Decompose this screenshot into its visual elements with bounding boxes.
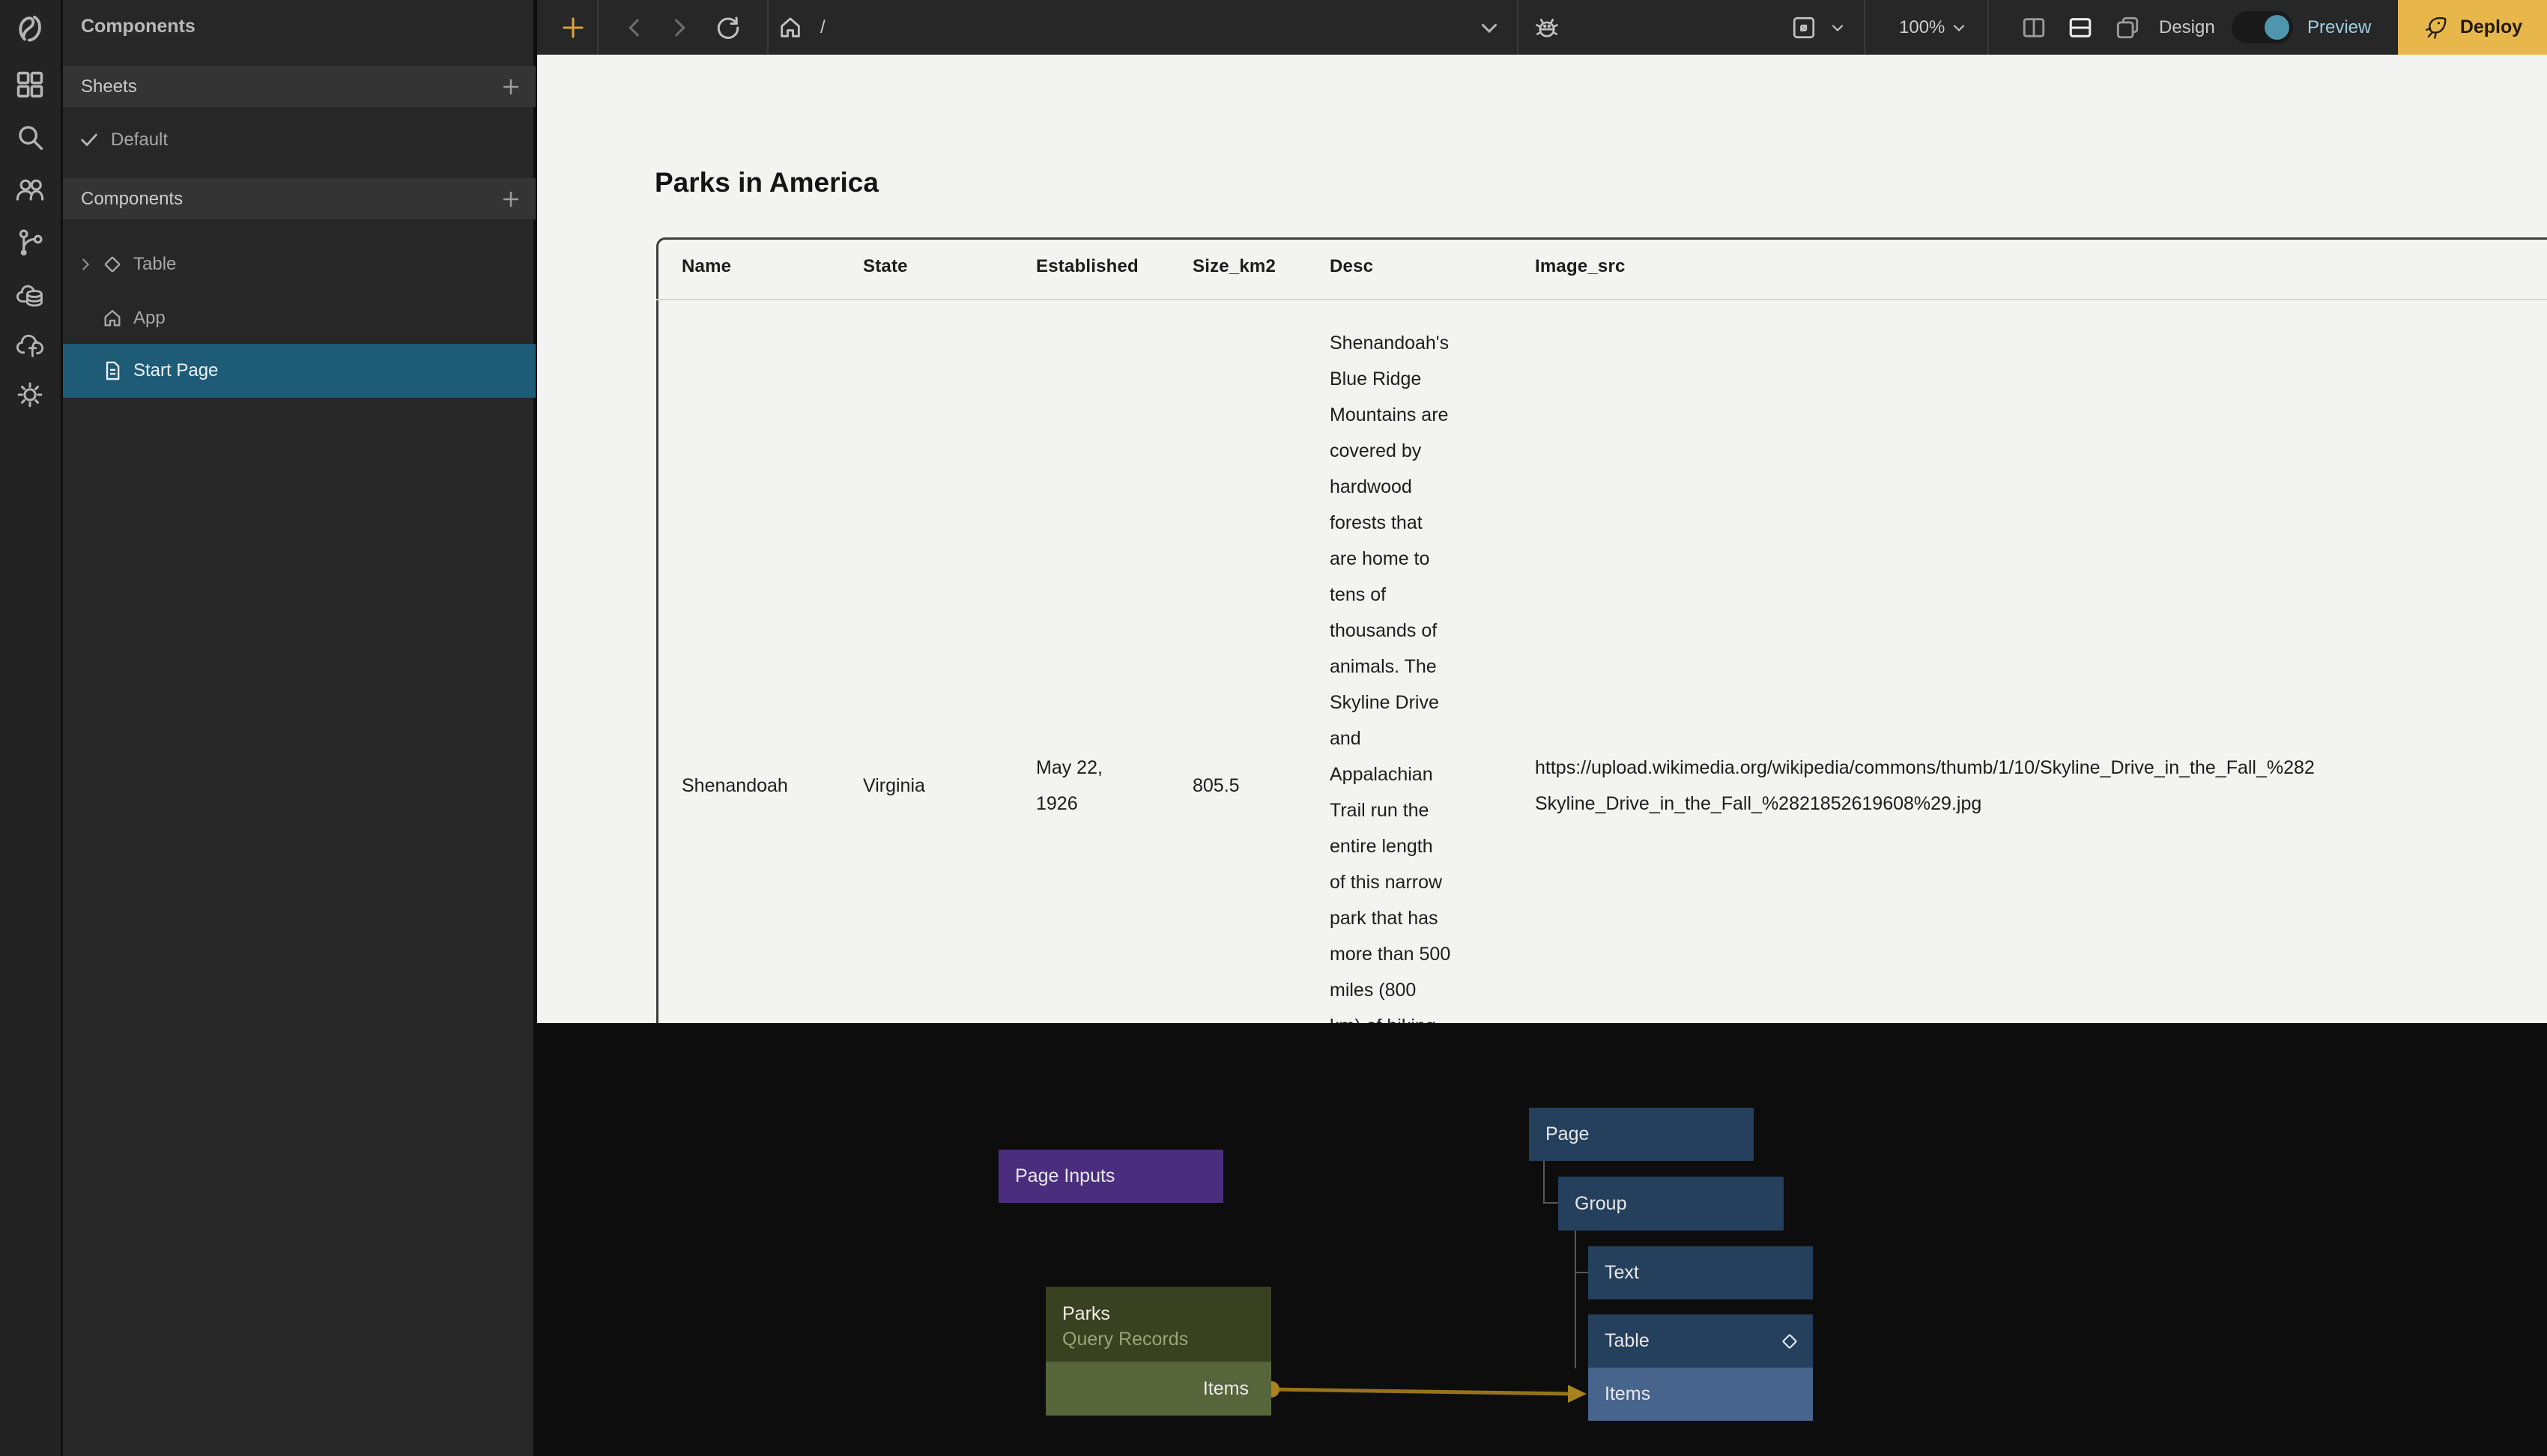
forward-icon[interactable] — [667, 15, 692, 40]
add-component-icon[interactable] — [500, 188, 522, 210]
document-icon — [102, 360, 123, 381]
node-label: Page — [1545, 1123, 1589, 1145]
node-label: Text — [1605, 1262, 1639, 1284]
add-sheet-icon[interactable] — [500, 76, 522, 98]
sidebar: Components Sheets Default Components Tab… — [63, 0, 536, 1456]
sidebar-item-table[interactable]: Table — [63, 237, 536, 291]
design-canvas[interactable]: Parks in America Name State Established … — [537, 55, 2547, 1023]
home-path-icon[interactable] — [778, 15, 803, 40]
page-title: Parks in America — [655, 167, 879, 198]
zoom-level[interactable]: 100% — [1899, 17, 1945, 38]
refresh-icon[interactable] — [715, 15, 741, 40]
data-sources-icon[interactable] — [16, 280, 44, 309]
sidebar-title: Components — [81, 16, 196, 37]
viewport-size-icon[interactable] — [1791, 15, 1817, 40]
search-icon[interactable] — [16, 123, 44, 151]
table-component[interactable] — [656, 237, 2547, 1023]
components-grid-icon[interactable] — [16, 70, 44, 99]
component-label: Start Page — [133, 360, 218, 381]
deploy-button[interactable]: Deploy — [2398, 0, 2547, 55]
components-section-header[interactable]: Components — [63, 178, 536, 219]
split-columns-icon[interactable] — [2021, 15, 2047, 40]
cell-image-src: https://upload.wikimedia.org/wikipedia/c… — [1535, 750, 2547, 822]
users-icon[interactable] — [16, 175, 44, 204]
wire-arrowhead-icon — [1568, 1385, 1587, 1403]
wire-layer — [537, 1023, 2547, 1456]
app-logo-icon[interactable] — [16, 13, 44, 42]
add-icon[interactable] — [560, 15, 586, 40]
settings-gear-icon[interactable] — [16, 380, 44, 409]
column-header-state[interactable]: State — [863, 256, 908, 277]
design-preview-toggle[interactable] — [2232, 11, 2293, 43]
component-label: App — [133, 308, 166, 329]
cell-state: Virginia — [863, 768, 925, 804]
sheets-section-header[interactable]: Sheets — [63, 66, 536, 107]
cell-name: Shenandoah — [682, 768, 788, 804]
check-icon — [79, 130, 100, 151]
data-flow-panel[interactable]: Page Inputs Parks Query Records Items Pa… — [537, 1023, 2547, 1456]
node-label: Items — [1605, 1383, 1650, 1405]
breadcrumb-path: / — [820, 17, 826, 38]
items-wire — [1271, 1389, 1571, 1394]
node-page-inputs[interactable]: Page Inputs — [999, 1150, 1223, 1203]
node-page[interactable]: Page — [1529, 1108, 1754, 1161]
cell-size-km2: 805.5 — [1193, 768, 1240, 804]
toggle-knob — [2265, 15, 2289, 40]
node-group[interactable]: Group — [1558, 1177, 1784, 1231]
port-label: Items — [1203, 1378, 1249, 1400]
query-output-port-row[interactable]: Items — [1046, 1362, 1271, 1416]
cell-established: May 22,1926 — [1036, 750, 1103, 822]
query-node-title: Parks — [1062, 1303, 1110, 1325]
column-header-image-src[interactable]: Image_src — [1535, 256, 1626, 277]
node-label: Group — [1575, 1193, 1626, 1215]
node-label: Page Inputs — [1015, 1165, 1115, 1187]
viewport-dropdown-chevron-icon[interactable] — [1829, 15, 1847, 40]
app-window: Components Sheets Default Components Tab… — [0, 0, 2547, 1456]
node-label: Table — [1605, 1330, 1650, 1352]
zoom-dropdown-chevron-icon[interactable] — [1950, 15, 1968, 40]
sheets-section-label: Sheets — [81, 76, 137, 97]
table-header-divider — [656, 299, 2547, 300]
diamond-icon — [1780, 1332, 1799, 1351]
query-node-subtitle: Query Records — [1062, 1329, 1188, 1350]
icon-rail — [0, 0, 61, 1456]
git-branch-icon[interactable] — [16, 228, 44, 256]
home-icon — [102, 308, 123, 329]
design-mode-label[interactable]: Design — [2159, 17, 2215, 38]
rocket-icon — [2423, 14, 2450, 41]
node-table-items-port[interactable]: Items — [1588, 1368, 1813, 1421]
node-parks-query[interactable]: Parks Query Records Items — [1046, 1287, 1271, 1416]
component-label: Table — [133, 254, 176, 275]
column-header-established[interactable]: Established — [1036, 256, 1139, 277]
page-dropdown-chevron-icon[interactable] — [1477, 15, 1502, 40]
chevron-right-icon[interactable] — [77, 256, 94, 273]
functions-icon[interactable] — [16, 330, 44, 359]
toolbar: / 100% — [537, 0, 2547, 55]
sidebar-item-start-page[interactable]: Start Page — [63, 344, 536, 398]
debug-bug-icon[interactable] — [1534, 15, 1560, 40]
diamond-icon — [102, 254, 123, 275]
sheet-label: Default — [111, 130, 168, 151]
sidebar-item-default-sheet[interactable]: Default — [63, 113, 536, 167]
node-table[interactable]: Table — [1588, 1314, 1813, 1368]
column-header-desc[interactable]: Desc — [1330, 256, 1373, 277]
column-header-size-km2[interactable]: Size_km2 — [1193, 256, 1276, 277]
back-icon[interactable] — [622, 15, 647, 40]
components-section-label: Components — [81, 189, 183, 210]
preview-mode-label[interactable]: Preview — [2307, 17, 2371, 38]
deploy-label: Deploy — [2460, 16, 2522, 38]
stacked-windows-icon[interactable] — [2115, 15, 2140, 40]
column-header-name[interactable]: Name — [682, 256, 731, 277]
split-rows-icon[interactable] — [2068, 15, 2093, 40]
node-text[interactable]: Text — [1588, 1246, 1813, 1299]
sidebar-item-app[interactable]: App — [63, 291, 536, 345]
cell-desc: Shenandoah'sBlue RidgeMountains arecover… — [1330, 325, 1502, 1023]
